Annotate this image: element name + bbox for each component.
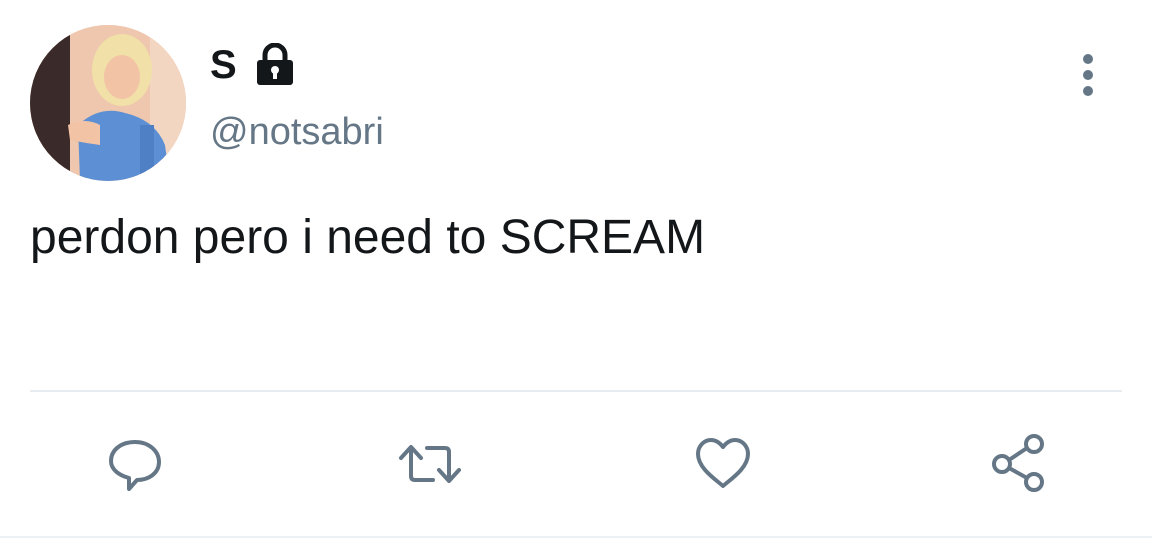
like-button[interactable]: [693, 434, 753, 494]
retweet-button[interactable]: [397, 434, 461, 494]
lock-icon: [255, 42, 295, 87]
avatar[interactable]: [30, 25, 186, 181]
retweet-icon: [399, 445, 461, 483]
display-name[interactable]: S: [210, 40, 237, 90]
bottom-divider: [0, 536, 1152, 538]
reply-button[interactable]: [105, 434, 165, 494]
heart-icon: [696, 438, 750, 488]
more-vertical-icon: [1083, 54, 1093, 96]
avatar-image: [30, 25, 186, 181]
share-button[interactable]: [988, 434, 1048, 494]
user-handle[interactable]: @notsabri: [210, 108, 384, 156]
display-name-row: S: [210, 40, 295, 90]
divider: [30, 390, 1122, 392]
more-options-button[interactable]: [1068, 52, 1108, 98]
tweet-text: perdon pero i need to SCREAM: [30, 211, 706, 264]
comment-bubble-icon: [109, 440, 161, 491]
share-icon: [992, 434, 1044, 492]
tweet-card: S @notsabri perdon pero i need to SCREAM: [0, 0, 1152, 554]
